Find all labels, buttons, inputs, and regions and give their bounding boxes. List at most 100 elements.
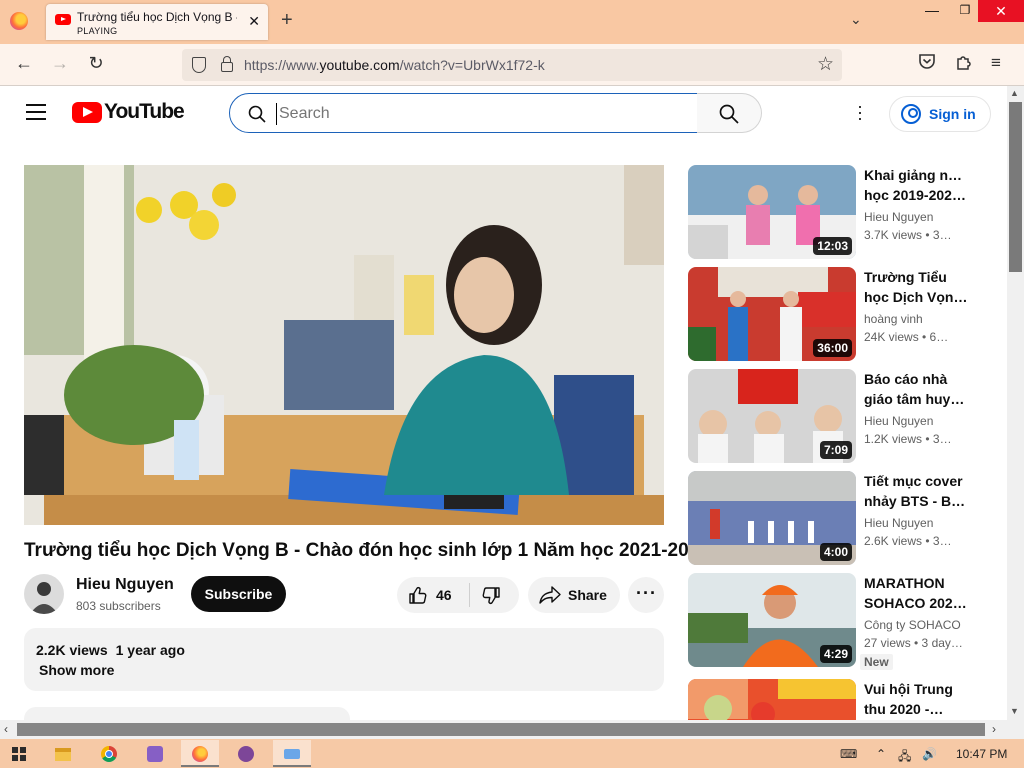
search-button[interactable] <box>697 93 762 133</box>
back-arrow-icon[interactable]: ← <box>12 53 36 74</box>
chrome-icon <box>101 746 117 762</box>
subscribe-button[interactable]: Subscribe <box>191 576 286 612</box>
recommendation-channel[interactable]: Công ty SOHACO <box>864 618 961 632</box>
recommendation-meta: 1.2K views • 3… <box>864 432 952 446</box>
taskbar-tor-browser[interactable] <box>227 740 265 767</box>
recommendation-channel[interactable]: Hieu Nguyen <box>864 414 933 428</box>
window-close-button[interactable]: ✕ <box>978 0 1024 22</box>
channel-avatar[interactable] <box>24 574 64 614</box>
guide-menu-icon[interactable] <box>26 104 46 120</box>
settings-more-icon[interactable]: · · · <box>856 97 864 127</box>
like-count[interactable]: 46 <box>436 587 452 603</box>
url-text[interactable]: https://www.youtube.com/watch?v=UbrWx1f7… <box>244 57 545 73</box>
recommendation-title[interactable]: MARATHON SOHACO 202… <box>864 573 968 613</box>
recommendation-title[interactable]: Khai giảng năm học 2019-202… <box>864 165 968 205</box>
recommendation-channel[interactable]: Hieu Nguyen <box>864 210 933 224</box>
share-button[interactable]: Share <box>528 577 620 613</box>
vertical-scrollbar[interactable]: ▲ ▼ <box>1007 86 1024 720</box>
dislike-thumb-down-icon[interactable] <box>481 586 501 606</box>
address-bar[interactable]: https://www.youtube.com/watch?v=UbrWx1f7… <box>182 49 842 81</box>
recommendation-item[interactable]: Vui hội Trung thu 2020 -… <box>688 679 988 720</box>
reload-icon[interactable]: ↻ <box>84 53 108 74</box>
recommendation-meta: 3.7K views • 3… <box>864 228 952 242</box>
windows-start-icon[interactable] <box>12 747 26 761</box>
window-restore-button[interactable]: ❐ <box>950 0 980 22</box>
vertical-scroll-thumb[interactable] <box>1009 102 1022 272</box>
video-player[interactable] <box>24 165 664 525</box>
new-tab-icon[interactable]: + <box>281 9 293 32</box>
show-hidden-icons-icon[interactable]: ⌃ <box>876 747 886 761</box>
taskbar-firefox[interactable] <box>181 740 219 767</box>
browser-tab-bar: Trường tiểu học Dịch Vọng B - Chào đón h… <box>0 0 1024 44</box>
sign-in-label: Sign in <box>929 106 976 122</box>
recommendation-thumbnail[interactable]: 7:09 <box>688 369 856 463</box>
search-icon <box>248 105 266 123</box>
recommendation-item[interactable]: 7:09 Báo cáo nhà giáo tâm huyế… Hieu Nguy… <box>688 369 988 463</box>
sign-in-button[interactable]: Sign in <box>889 96 991 132</box>
more-actions-button[interactable]: ··· <box>628 577 664 613</box>
search-box[interactable] <box>229 93 698 133</box>
network-icon[interactable]: 🖧 <box>898 747 911 768</box>
horizontal-scroll-thumb[interactable] <box>17 723 985 736</box>
upload-age: 1 year ago <box>115 642 185 658</box>
recommendation-title[interactable]: Vui hội Trung thu 2020 -… <box>864 679 968 719</box>
scroll-up-arrow-icon[interactable]: ▲ <box>1010 88 1019 98</box>
account-circle-icon <box>901 104 921 124</box>
view-count: 2.2K views <box>36 642 108 658</box>
search-input[interactable] <box>276 103 676 125</box>
like-thumb-up-icon[interactable] <box>408 585 428 605</box>
recommendation-item[interactable]: 4:00 Tiết mục cover nhảy BTS - Bo… Hieu N… <box>688 471 988 565</box>
scroll-left-arrow-icon[interactable]: ‹ <box>4 722 8 736</box>
pocket-icon[interactable] <box>918 53 936 74</box>
recommendation-channel[interactable]: hoàng vinh <box>864 312 923 326</box>
tab-youtube-video[interactable]: Trường tiểu học Dịch Vọng B - Chào đón h… <box>46 4 268 40</box>
youtube-favicon-icon <box>55 14 71 25</box>
taskbar-visual-studio[interactable] <box>136 740 174 767</box>
recommendation-thumbnail[interactable]: 12:03 <box>688 165 856 259</box>
show-more-link[interactable]: Show more <box>39 662 114 678</box>
recommendation-thumbnail[interactable]: 4:29 <box>688 573 856 667</box>
duration-badge: 4:00 <box>819 543 852 561</box>
tracking-protection-shield-icon[interactable] <box>192 57 206 73</box>
video-title: Trường tiểu học Dịch Vọng B - Chào đón h… <box>24 540 710 561</box>
tab-title: Trường tiểu học Dịch Vọng B - Chào đón h… <box>77 10 237 24</box>
recommendation-channel[interactable]: Hieu Nguyen <box>864 516 933 530</box>
recommendation-title[interactable]: Báo cáo nhà giáo tâm huyế… <box>864 369 968 409</box>
description-meta: 2.2K views 1 year ago <box>36 642 193 658</box>
system-clock[interactable]: 10:47 PM <box>956 747 1007 761</box>
channel-name[interactable]: Hieu Nguyen <box>76 576 174 594</box>
taskbar-file-explorer[interactable] <box>44 740 82 767</box>
scroll-down-arrow-icon[interactable]: ▼ <box>1010 706 1019 716</box>
touch-keyboard-icon[interactable]: ⌨ <box>840 747 857 761</box>
description-box[interactable]: 2.2K views 1 year ago Show more <box>24 628 664 691</box>
forward-arrow-icon[interactable]: → <box>48 53 72 74</box>
volume-icon[interactable]: 🔊 <box>922 747 937 761</box>
scroll-right-arrow-icon[interactable]: › <box>992 722 996 736</box>
recommendation-thumbnail[interactable]: 4:00 <box>688 471 856 565</box>
lock-icon[interactable] <box>221 56 233 72</box>
list-all-tabs-icon[interactable]: ⌄ <box>850 11 862 28</box>
app-menu-icon[interactable]: ≡ <box>991 53 1001 73</box>
browser-toolbar: ← → ↻ https://www.youtube.com/watch?v=Ub… <box>0 44 1024 86</box>
recommendation-item[interactable]: 36:00 Trường Tiểu học Dịch Vọn… hoàng vin… <box>688 267 988 361</box>
recommendation-thumbnail[interactable]: 36:00 <box>688 267 856 361</box>
tab-close-icon[interactable]: ✕ <box>248 13 260 30</box>
taskbar-keyboard-app[interactable] <box>273 740 311 767</box>
recommendation-title[interactable]: Trường Tiểu học Dịch Vọn… <box>864 267 968 307</box>
recommendation-thumbnail[interactable] <box>688 679 856 720</box>
horizontal-scrollbar[interactable]: ‹ › <box>0 720 1024 739</box>
windows-taskbar: ⌨ ⌃ 🖧 🔊 10:47 PM <box>0 739 1024 768</box>
recommendation-item[interactable]: 4:29 MARATHON SOHACO 202… Công ty SOHACO … <box>688 573 988 670</box>
keyboard-icon <box>284 749 300 759</box>
recommendation-item[interactable]: 12:03 Khai giảng năm học 2019-202… Hieu N… <box>688 165 988 259</box>
recommendation-title[interactable]: Tiết mục cover nhảy BTS - Bo… <box>864 471 968 511</box>
extensions-puzzle-icon[interactable] <box>955 53 973 76</box>
taskbar-chrome[interactable] <box>90 740 128 767</box>
window-minimize-button[interactable]: — <box>912 0 952 22</box>
duration-badge: 36:00 <box>813 339 852 357</box>
youtube-logo-icon[interactable] <box>72 102 102 123</box>
bookmark-star-icon[interactable]: ☆ <box>817 53 834 76</box>
recommendation-meta: 27 views • 3 day… <box>864 636 963 650</box>
youtube-wordmark[interactable]: YouTube <box>104 100 185 124</box>
share-label: Share <box>568 587 607 603</box>
